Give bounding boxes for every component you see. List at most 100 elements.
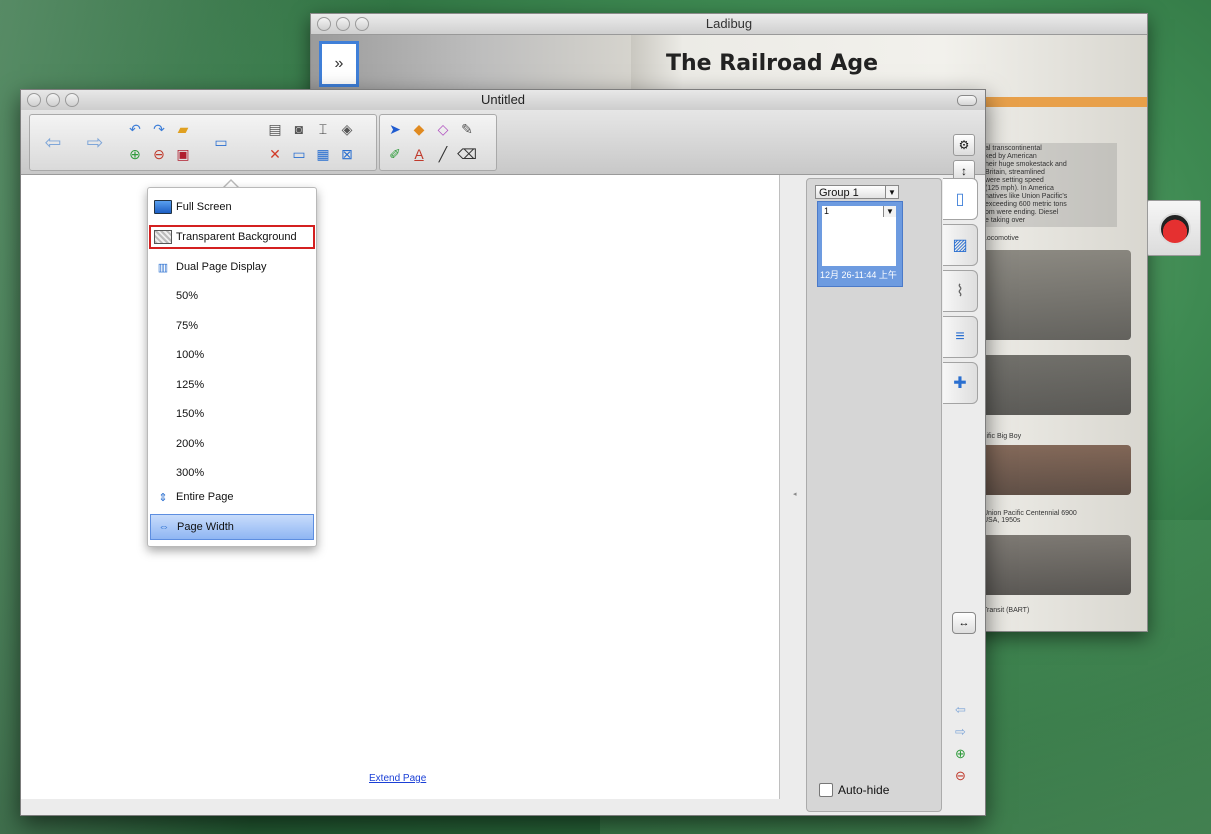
page-number-dropdown[interactable]: 1 ▼ (822, 206, 896, 217)
zoom-icon[interactable] (355, 17, 369, 31)
untitled-titlebar[interactable]: Untitled (21, 90, 985, 110)
monitor-icon (154, 200, 172, 214)
erase-icon[interactable]: ⌫ (456, 143, 478, 165)
menu-item-label: Full Screen (176, 201, 232, 213)
mask-icon[interactable]: ◈ (336, 118, 358, 140)
forward-arrow-icon[interactable]: ⇨ (80, 127, 110, 157)
splitter-handle[interactable]: ◂ (793, 490, 797, 498)
highlighter-icon[interactable]: ✎ (456, 118, 478, 140)
main-toolbar: ⇦ ⇨ ↶ ↷ ▰ ⊕ ⊖ ▣ ▭ ▤ ◙ ⌶ ◈ ✕ ▭ ▦ ⊠ ➤ ◆ ◇ … (21, 110, 985, 182)
menu-item-label: 300% (176, 467, 205, 479)
next-page-icon[interactable]: ⇨ (955, 724, 966, 740)
clear-icon[interactable]: ✕ (264, 143, 286, 165)
text-tool-icon[interactable]: A (408, 143, 430, 165)
locomotive-illustration (981, 250, 1131, 340)
zoom-icon[interactable] (65, 93, 79, 107)
toolbar-toggle-button[interactable] (957, 95, 977, 106)
menu-item-zoom-300[interactable]: 300% (150, 462, 314, 484)
book-body-text: al transcontinental ked by American heir… (983, 143, 1117, 227)
whiteboard-canvas[interactable]: Extend Page (21, 175, 780, 799)
menu-item-zoom-125[interactable]: 125% (150, 374, 314, 396)
shape-icon[interactable]: ◆ (408, 118, 430, 140)
toolbar-group-main: ⇦ ⇨ ↶ ↷ ▰ ⊕ ⊖ ▣ ▭ ▤ ◙ ⌶ ◈ ✕ ▭ ▦ ⊠ (29, 114, 377, 171)
menu-item-label: 125% (176, 379, 205, 391)
ladybug-icon (1159, 213, 1191, 245)
menu-item-label: 100% (176, 349, 205, 361)
locomotive-illustration (981, 535, 1131, 595)
attachment-tab-icon[interactable]: ⌇ (943, 270, 978, 312)
menu-item-zoom-50[interactable]: 50% (150, 285, 314, 307)
pens-icon[interactable]: ✐ (384, 143, 406, 165)
add-page-icon[interactable]: ⊕ (955, 746, 966, 762)
menu-item-zoom-200[interactable]: 200% (150, 433, 314, 455)
undo-icon[interactable]: ↶ (124, 118, 146, 140)
thumbnail-panel: Group 1 ▼ 1 ▼ 12月 26-11:44 上午 Auto-hide (806, 178, 942, 812)
minimize-icon[interactable] (336, 17, 350, 31)
menu-item-zoom-150[interactable]: 150% (150, 403, 314, 425)
menu-item-label: Page Width (177, 521, 234, 533)
expand-panel-button[interactable]: » (319, 41, 359, 87)
text-insert-icon[interactable]: ⌶ (312, 118, 334, 140)
display-mode-icon[interactable]: ▭ (210, 131, 232, 153)
group-dropdown-label: Group 1 (819, 187, 859, 199)
page-width-icon: ⇔ (158, 521, 170, 533)
entire-page-icon: ⇕ (158, 491, 168, 504)
book-caption-centennial: Union Pacific Centennial 6900 USA, 1950s (983, 510, 1077, 524)
capture-icon[interactable]: ▤ (264, 118, 286, 140)
toolbar-group-drawing: ➤ ◆ ◇ ✎ ✐ A ╱ ⌫ (379, 114, 497, 171)
ladibug-titlebar[interactable]: Ladibug (311, 14, 1147, 35)
close-icon[interactable] (27, 93, 41, 107)
save-icon[interactable]: ▣ (172, 143, 194, 165)
delete-page-icon[interactable]: ⊖ (148, 143, 170, 165)
remove-page-icon[interactable]: ⊖ (955, 768, 966, 784)
book-title: The Railroad Age (666, 51, 879, 76)
untitled-title: Untitled (480, 92, 526, 107)
menu-item-transparent-background[interactable]: Transparent Background (149, 225, 315, 249)
group-dropdown[interactable]: Group 1 ▼ (815, 185, 899, 199)
back-arrow-icon[interactable]: ⇦ (38, 127, 68, 157)
menu-item-entire-page[interactable]: ⇕ Entire Page (150, 486, 314, 508)
book-caption-bigboy: cific Big Boy (983, 433, 1022, 440)
eraser-icon[interactable]: ◇ (432, 118, 454, 140)
gear-icon[interactable]: ⚙ (953, 134, 975, 156)
screen-icon[interactable]: ▭ (288, 143, 310, 165)
locomotive-illustration (981, 355, 1131, 415)
ladibug-launch-button[interactable] (1147, 200, 1201, 256)
redo-icon[interactable]: ↷ (148, 118, 170, 140)
locomotive-illustration (981, 445, 1131, 495)
camera-icon[interactable]: ◙ (288, 118, 310, 140)
addons-tab-icon[interactable]: ✚ (943, 362, 978, 404)
book-caption-bart: Transit (BART) (983, 607, 1030, 614)
menu-item-dual-page-display[interactable]: ▥ Dual Page Display (150, 256, 314, 278)
open-folder-icon[interactable]: ▰ (172, 118, 194, 140)
menu-item-label: 75% (176, 320, 199, 332)
close-icon[interactable] (317, 17, 331, 31)
dual-page-icon: ▥ (157, 261, 169, 274)
chevron-down-icon: ▼ (883, 206, 896, 217)
ladibug-window-controls (317, 17, 369, 31)
close-box-icon[interactable]: ⊠ (336, 143, 358, 165)
fit-width-button[interactable]: ↔ (952, 612, 976, 634)
autohide-toggle[interactable]: Auto-hide (819, 783, 889, 797)
previous-page-icon[interactable]: ⇦ (955, 702, 966, 718)
pages-tab-icon[interactable]: ▯ (943, 178, 978, 220)
extend-page-link[interactable]: Extend Page (369, 773, 426, 784)
chevron-down-icon: ▼ (885, 186, 898, 198)
menu-item-page-width[interactable]: ⇔ Page Width (150, 514, 314, 540)
menu-item-label: 150% (176, 408, 205, 420)
pointer-icon[interactable]: ➤ (384, 118, 406, 140)
page-thumbnail[interactable]: 1 ▼ 12月 26-11:44 上午 (817, 201, 903, 287)
menu-item-zoom-100[interactable]: 100% (150, 344, 314, 366)
autohide-label: Auto-hide (838, 783, 890, 797)
table-icon[interactable]: ▦ (312, 143, 334, 165)
line-icon[interactable]: ╱ (432, 143, 454, 165)
page-timestamp: 12月 26-11:44 上午 (820, 270, 897, 280)
new-page-icon[interactable]: ⊕ (124, 143, 146, 165)
menu-item-full-screen[interactable]: Full Screen (150, 196, 314, 218)
properties-tab-icon[interactable]: ≡ (943, 316, 978, 358)
display-menu: Full Screen Transparent Background ▥ Dua… (147, 187, 317, 547)
menu-item-zoom-75[interactable]: 75% (150, 315, 314, 337)
autohide-checkbox[interactable] (819, 783, 833, 797)
gallery-tab-icon[interactable]: ▨ (943, 224, 978, 266)
minimize-icon[interactable] (46, 93, 60, 107)
